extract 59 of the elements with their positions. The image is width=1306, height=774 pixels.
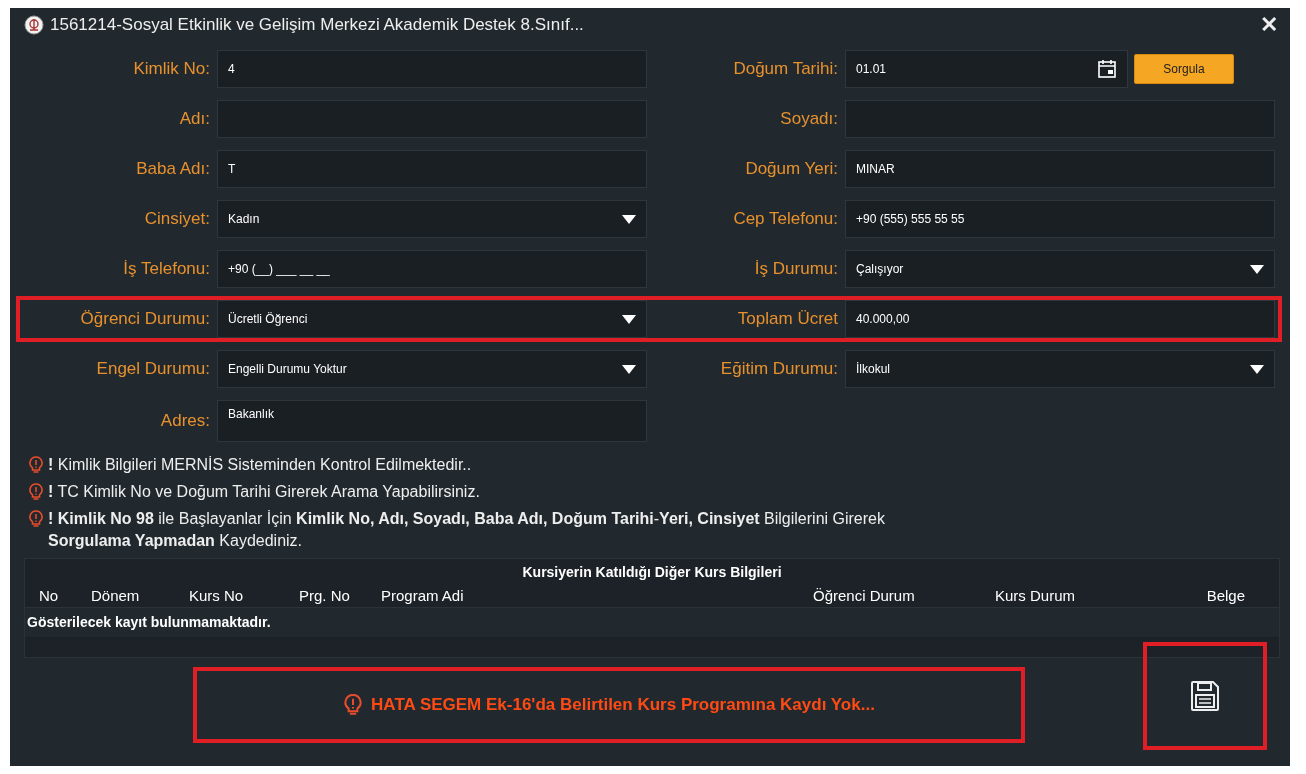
calendar-icon [1097,59,1117,79]
dropdown-arrow-icon [1250,264,1264,274]
column-header: Belge [1205,586,1246,604]
field-label: Kimlik No: [132,59,210,79]
error-message: HATA SEGEM Ek-16'da Belirtilen Kurs Programına Kaydı Yok... [371,695,875,715]
field-label: Adres: [159,411,210,431]
save-button[interactable] [1143,642,1267,750]
dropdown-field[interactable]: Kadın [217,200,647,238]
input-field[interactable]: 40.000,00 [845,300,1275,338]
column-header: Dönem [91,586,141,604]
field-label: İş Durumu: [753,259,838,279]
column-header: Program Adi [381,586,465,604]
dropdown-field[interactable]: Ücretli Öğrenci [217,300,647,338]
input-field[interactable]: 4 [217,50,647,88]
lightbulb-icon [28,456,44,474]
dropdown-field[interactable]: İlkokul [845,350,1275,388]
field-label: Engel Durumu: [95,359,210,379]
lightbulb-icon [28,510,44,528]
info-note: ! TC Kimlik No ve Doğum Tarihi Girerek Arama Yapabilirsiniz. [48,482,480,502]
lightbulb-icon [343,693,364,717]
field-label: İş Telefonu: [122,259,210,279]
field-label: Toplam Ücret [736,309,838,329]
dropdown-arrow-icon [622,364,636,374]
dropdown-arrow-icon [622,214,636,224]
column-header: No [39,586,60,604]
dropdown-field[interactable]: Çalışıyor [845,250,1275,288]
window-title: 1561214-Sosyal Etkinlik ve Gelişim Merkezi Akademik Destek 8.Sınıf... [50,15,585,35]
dropdown-arrow-icon [1250,364,1264,374]
field-label: Cinsiyet: [143,209,210,229]
column-header: Prg. No [299,586,351,604]
address-field[interactable]: Bakanlık [217,400,647,442]
input-field[interactable]: T [217,150,647,188]
field-label: Adı: [178,109,210,129]
dropdown-field[interactable]: Engelli Durumu Yoktur [217,350,647,388]
query-button[interactable]: Sorgula [1134,54,1234,84]
column-header: Kurs Durum [995,586,1077,604]
input-field[interactable]: MINAR [845,150,1275,188]
info-note: ! Kimlik No 98 ile Başlayanlar İçin Kimlik No, Adı, Soyadı, Baba Adı, Doğum Tarihi-Yeri, Cinsiyet Bilgilerini Girerek Sorgulama Yapmadan Kaydediniz. [48,509,886,551]
input-field[interactable]: +90 (555) 555 55 55 [845,200,1275,238]
field-label: Öğrenci Durumu: [79,309,210,329]
date-field[interactable]: 01.01 [845,50,1128,88]
column-header: Kurs No [189,586,245,604]
dropdown-arrow-icon [622,314,636,324]
field-label: Doğum Yeri: [744,159,838,179]
column-header: Öğrenci Durum [813,586,916,604]
lightbulb-icon [28,483,44,501]
field-label: Eğitim Durumu: [719,359,838,379]
table-title: Kursiyerin Katıldığı Diğer Kurs Bilgileri [521,563,783,582]
input-field[interactable] [845,100,1275,138]
input-field[interactable]: +90 (__) ___ __ __ [217,250,647,288]
empty-message: Gösterilecek kayıt bulunmamaktadır. [25,607,1279,637]
info-note: ! Kimlik Bilgileri MERNİS Sisteminden Kontrol Edilmektedir.. [48,455,472,475]
field-label: Doğum Tarihi: [732,59,838,79]
input-field[interactable] [217,100,647,138]
field-label: Baba Adı: [135,159,210,179]
emblem-icon [24,15,44,35]
field-label: Soyadı: [779,109,838,129]
field-label: Cep Telefonu: [732,209,838,229]
close-button[interactable]: ✕ [1260,14,1278,36]
